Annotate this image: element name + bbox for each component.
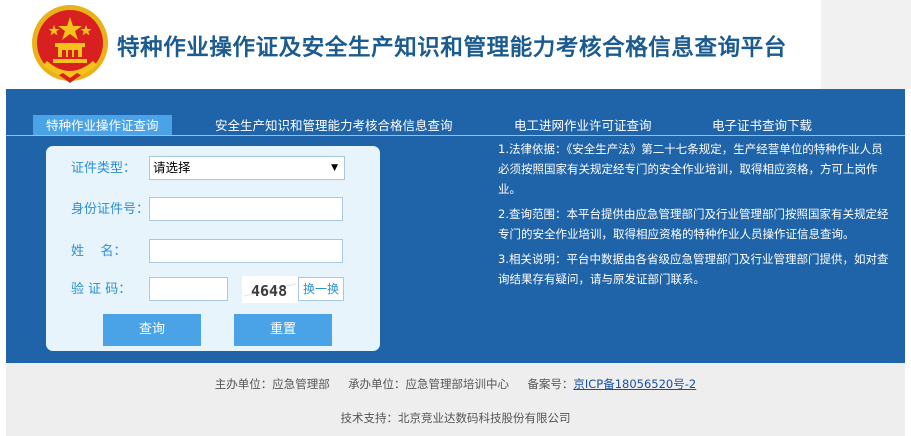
tab-e-cert-download[interactable]: 电子证书查询下载 — [712, 116, 812, 136]
id-number-label: 身份证件号： — [71, 202, 150, 217]
query-button[interactable]: 查询 — [103, 314, 201, 346]
note-legal-basis: 1.法律依据：《安全生产法》第二十七条规定，生产经营单位的特种作业人员必须按照国… — [498, 142, 883, 196]
reset-button[interactable]: 重置 — [234, 314, 332, 346]
tab-divider — [6, 135, 905, 136]
icp-link[interactable]: 京ICP备18056520号-2 — [573, 377, 696, 391]
header: 特种作业操作证及安全生产知识和管理能力考核合格信息查询平台 — [0, 0, 911, 89]
footer-tech-support: 技术支持：北京竞业达数码科技股份有限公司 — [340, 411, 571, 425]
footer-host: 主办单位：应急管理部 — [214, 377, 330, 391]
instructions: 1.法律依据：《安全生产法》第二十七条规定，生产经营单位的特种作业人员必须按照国… — [498, 139, 893, 294]
name-label: 姓 名： — [71, 244, 127, 259]
id-number-input[interactable] — [149, 197, 343, 221]
main-band: 特种作业操作证查询 安全生产知识和管理能力考核合格信息查询 电工进网作业许可证查… — [6, 89, 905, 363]
footer-organizer: 承办单位：应急管理部培训中心 — [348, 377, 510, 391]
cert-type-select[interactable]: 请选择 ▼ — [149, 156, 345, 180]
page: 特种作业操作证及安全生产知识和管理能力考核合格信息查询平台 特种作业操作证查询 … — [0, 0, 911, 436]
chevron-down-icon: ▼ — [331, 163, 338, 173]
tab-safety-knowledge-assessment[interactable]: 安全生产知识和管理能力考核合格信息查询 — [215, 116, 453, 136]
captcha-refresh-button[interactable]: 换一换 — [298, 277, 344, 301]
note-description: 3.相关说明：平台中数据由各省级应急管理部门及行业管理部门提供，如对查询结果存有… — [498, 252, 889, 286]
captcha-label: 验 证 码： — [71, 282, 132, 297]
query-form: 证件类型： 请选择 ▼ 身份证件号： 姓 名： 验 证 码： 4648 换一换 … — [46, 146, 380, 351]
note-query-scope: 2.查询范围：本平台提供由应急管理部门及行业管理部门按照国家有关规定经专门的安全… — [498, 207, 889, 241]
site-title: 特种作业操作证及安全生产知识和管理能力考核合格信息查询平台 — [117, 35, 787, 61]
cert-type-value: 请选择 — [153, 160, 191, 175]
name-input[interactable] — [149, 239, 343, 263]
cert-type-label: 证件类型： — [71, 161, 137, 176]
cert-type-row: 证件类型： 请选择 ▼ — [46, 156, 380, 182]
id-number-row: 身份证件号： — [46, 197, 380, 223]
captcha-row: 验 证 码： 4648 换一换 — [46, 276, 380, 303]
captcha-input[interactable] — [149, 277, 228, 301]
header-side-panel — [821, 0, 911, 89]
national-emblem-icon — [32, 5, 108, 83]
name-row: 姓 名： — [46, 239, 380, 265]
tab-bar: 特种作业操作证查询 安全生产知识和管理能力考核合格信息查询 电工进网作业许可证查… — [6, 114, 905, 136]
captcha-image[interactable]: 4648 — [242, 276, 298, 303]
tab-electrician-permit[interactable]: 电工进网作业许可证查询 — [514, 116, 652, 136]
footer: 主办单位：应急管理部 承办单位：应急管理部培训中心 备案号：京ICP备18056… — [6, 363, 905, 436]
captcha-code: 4648 — [251, 282, 287, 300]
footer-info: 主办单位：应急管理部 承办单位：应急管理部培训中心 备案号：京ICP备18056… — [6, 376, 905, 392]
tab-special-operation-cert[interactable]: 特种作业操作证查询 — [33, 115, 172, 136]
footer-icp-label: 备案号： — [527, 377, 574, 391]
